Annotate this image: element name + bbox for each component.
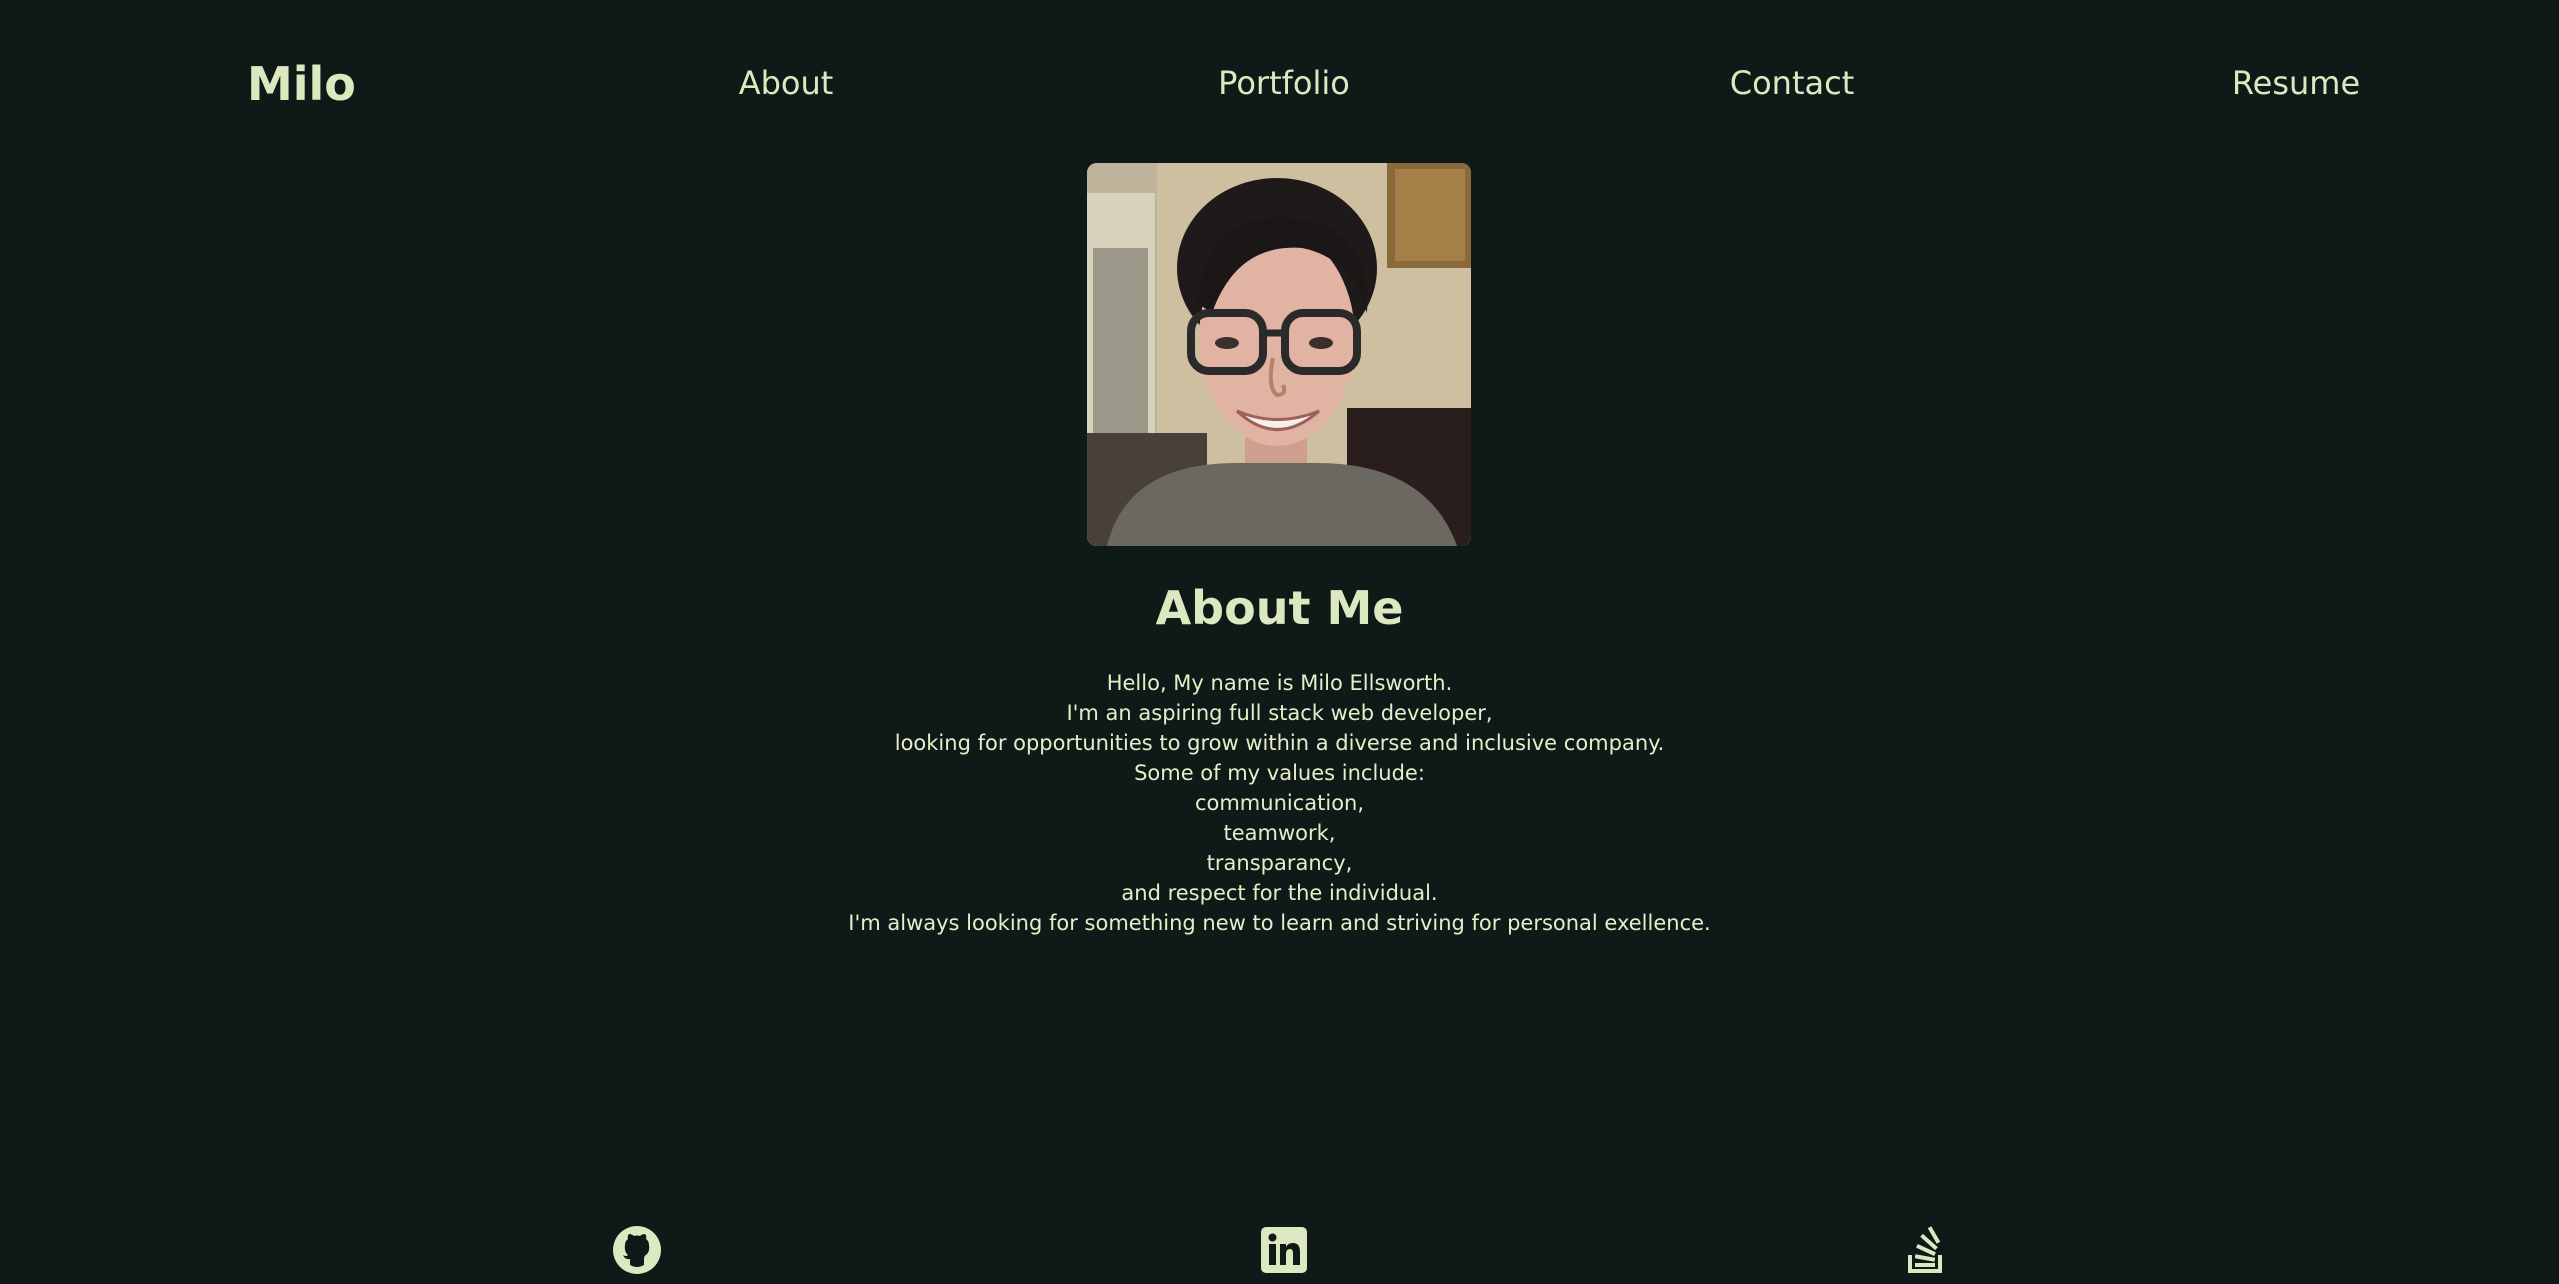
bio-line: Hello, My name is Milo Ellsworth. (1106, 671, 1453, 695)
nav-link-contact[interactable]: Contact (1730, 62, 1855, 104)
linkedin-icon[interactable] (1259, 1225, 1309, 1275)
bio-line: I'm an aspiring full stack web developer… (1066, 701, 1493, 725)
bio-line: Some of my values include: (1134, 761, 1425, 785)
top-nav: Milo About Portfolio Contact Resume (0, 0, 2559, 164)
stack-overflow-icon[interactable] (1901, 1225, 1951, 1275)
github-icon[interactable] (612, 1225, 662, 1275)
brand-logo[interactable]: Milo (247, 56, 356, 112)
bio-line: transparancy, (1206, 851, 1353, 875)
nav-link-resume[interactable]: Resume (2232, 62, 2360, 104)
about-title: About Me (1155, 581, 1404, 635)
bio-line: communication, (1194, 791, 1365, 815)
bio-line: I'm always looking for something new to … (848, 911, 1711, 935)
nav-link-about[interactable]: About (739, 62, 834, 104)
bio-line: and respect for the individual. (1121, 881, 1438, 905)
profile-photo (1087, 163, 1471, 546)
bio-line: teamwork, (1223, 821, 1336, 845)
nav-link-portfolio[interactable]: Portfolio (1218, 62, 1350, 104)
about-bio: Hello, My name is Milo Ellsworth. I'm an… (0, 668, 2559, 938)
bio-line: looking for opportunities to grow within… (894, 731, 1665, 755)
